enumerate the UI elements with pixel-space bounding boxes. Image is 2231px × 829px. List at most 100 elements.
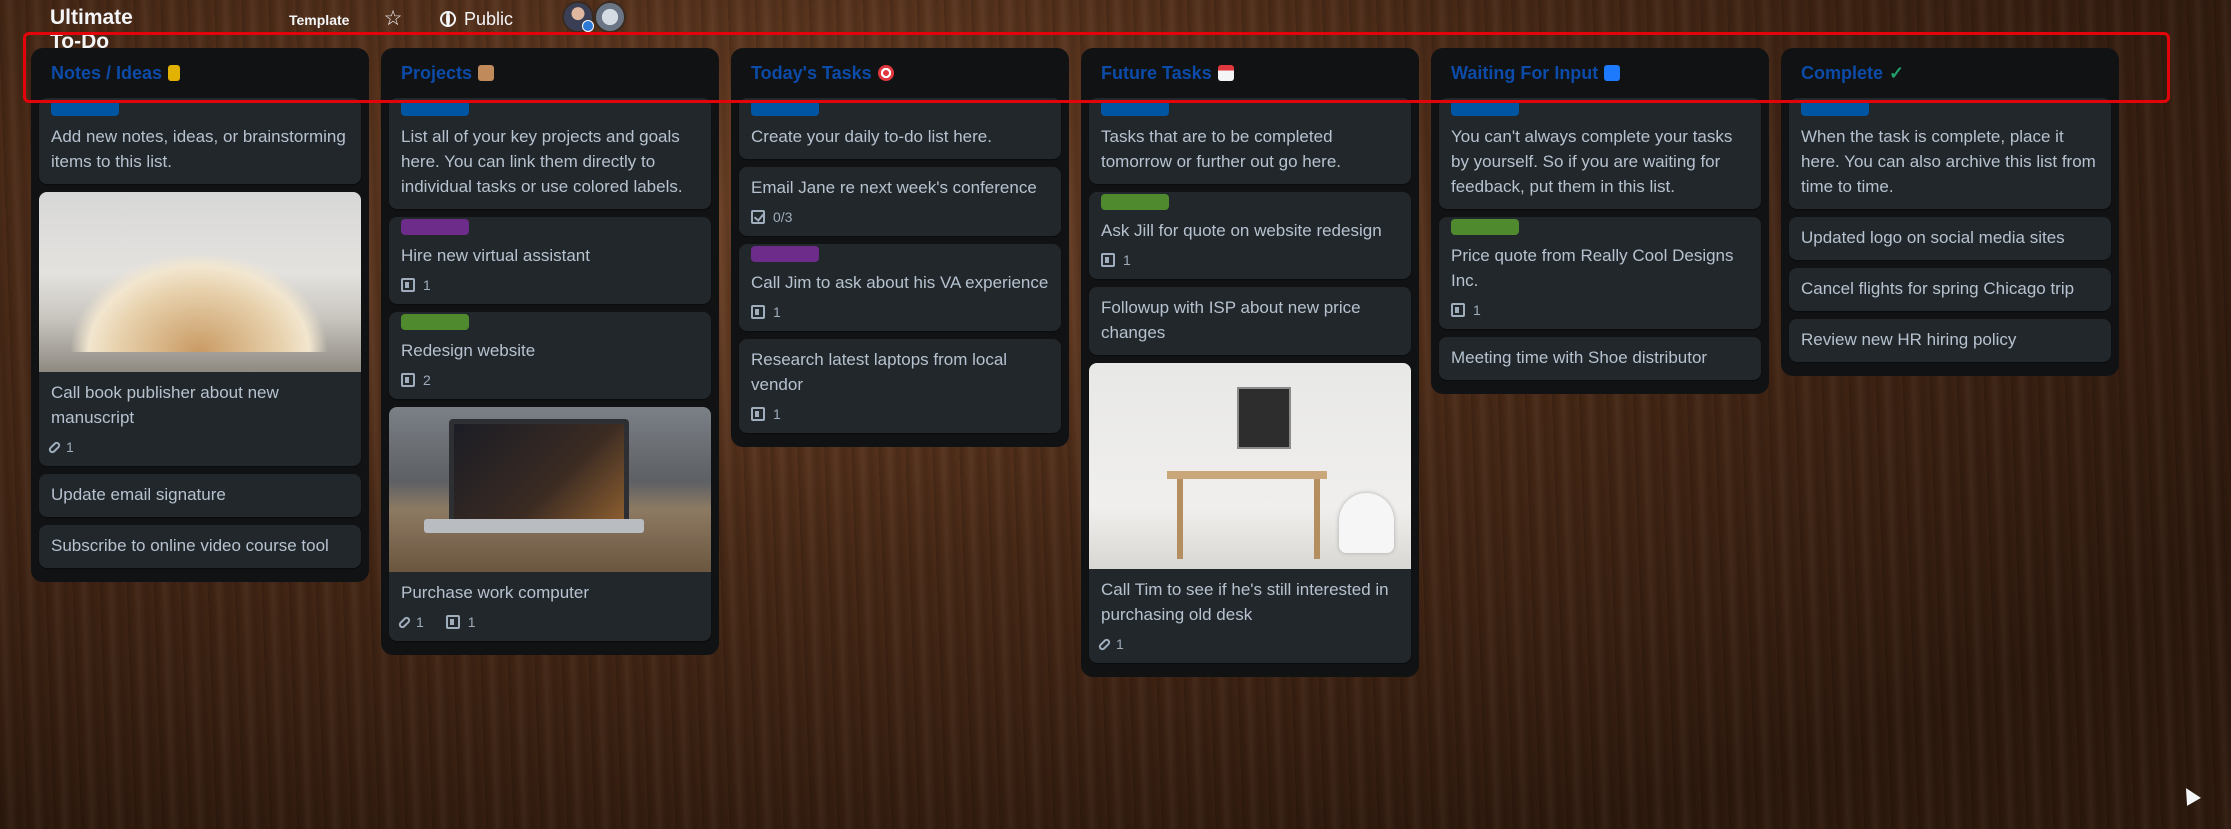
list-waiting-for-input: Waiting For Input You can't always compl… bbox=[1431, 48, 1769, 394]
card[interactable]: Followup with ISP about new price change… bbox=[1089, 287, 1411, 355]
description-count: 2 bbox=[423, 372, 431, 388]
avatar[interactable] bbox=[594, 1, 626, 33]
laptop-photo bbox=[389, 407, 711, 572]
visibility-label: Public bbox=[464, 8, 514, 29]
description-count: 1 bbox=[773, 304, 781, 320]
card-title: List all of your key projects and goals … bbox=[401, 127, 683, 196]
list-title: Waiting For Input bbox=[1451, 62, 1599, 83]
card-title: Update email signature bbox=[51, 485, 226, 504]
card[interactable]: You can't always complete your tasks by … bbox=[1439, 98, 1761, 209]
card[interactable]: Research latest laptops from local vendo… bbox=[739, 339, 1061, 433]
attachment-badge: 1 bbox=[1097, 635, 1124, 653]
card[interactable]: Meeting time with Shoe distributor bbox=[1439, 337, 1761, 380]
label-green[interactable] bbox=[401, 314, 469, 330]
card-title: Research latest laptops from local vendo… bbox=[751, 350, 1008, 394]
attachment-count: 1 bbox=[416, 614, 424, 630]
description-count: 1 bbox=[773, 406, 781, 422]
attachment-count: 1 bbox=[1116, 636, 1124, 652]
paperclip-icon bbox=[47, 439, 62, 455]
card[interactable]: Email Jane re next week's conference 0/3 bbox=[739, 167, 1061, 236]
card[interactable]: Purchase work computer 1 1 bbox=[389, 407, 711, 641]
card-title: Create your daily to-do list here. bbox=[751, 127, 992, 146]
card-title: Price quote from Really Cool Designs Inc… bbox=[1451, 246, 1734, 290]
label-blue[interactable] bbox=[751, 100, 819, 116]
card[interactable]: When the task is complete, place it here… bbox=[1789, 98, 2111, 209]
attachment-badge: 1 bbox=[47, 438, 74, 456]
description-badge: 1 bbox=[751, 303, 781, 321]
description-icon bbox=[1101, 253, 1115, 267]
card[interactable]: Call book publisher about new manuscript… bbox=[39, 192, 361, 466]
card-title: Purchase work computer bbox=[401, 583, 590, 602]
list-header[interactable]: Today's Tasks bbox=[731, 48, 1069, 98]
admin-badge-icon bbox=[582, 20, 594, 32]
visibility-button[interactable]: Public bbox=[440, 7, 513, 31]
list-todays-tasks: Today's Tasks Create your daily to-do li… bbox=[731, 48, 1069, 447]
label-blue[interactable] bbox=[51, 100, 119, 116]
description-badge: 1 bbox=[401, 276, 431, 294]
label-purple[interactable] bbox=[751, 246, 819, 262]
card-title: When the task is complete, place it here… bbox=[1801, 127, 2096, 196]
globe-icon bbox=[440, 11, 456, 27]
card[interactable]: Price quote from Really Cool Designs Inc… bbox=[1439, 217, 1761, 329]
label-blue[interactable] bbox=[1451, 100, 1519, 116]
list-header[interactable]: Projects bbox=[381, 48, 719, 98]
description-icon bbox=[401, 278, 415, 292]
checkmark-emoji-icon: ✓ bbox=[1889, 62, 1905, 83]
calendar-emoji-icon bbox=[1217, 65, 1234, 81]
description-icon bbox=[751, 407, 765, 421]
card[interactable]: Redesign website 2 bbox=[389, 312, 711, 399]
label-blue[interactable] bbox=[1101, 100, 1169, 116]
box-emoji-icon bbox=[478, 65, 495, 81]
checklist-count: 0/3 bbox=[773, 209, 793, 225]
card[interactable]: Add new notes, ideas, or brainstorming i… bbox=[39, 98, 361, 184]
card[interactable]: Updated logo on social media sites bbox=[1789, 217, 2111, 260]
card[interactable]: Review new HR hiring policy bbox=[1789, 319, 2111, 362]
label-blue[interactable] bbox=[1801, 100, 1869, 116]
card[interactable]: Call Jim to ask about his VA experience … bbox=[739, 244, 1061, 331]
list-title: Complete bbox=[1801, 62, 1884, 83]
description-count: 1 bbox=[467, 614, 476, 630]
description-badge: 1 bbox=[1101, 251, 1131, 269]
card[interactable]: Subscribe to online video course tool bbox=[39, 525, 361, 568]
list-title: Future Tasks bbox=[1101, 62, 1212, 83]
list-projects: Projects List all of your key projects a… bbox=[381, 48, 719, 655]
card-title: Email Jane re next week's conference bbox=[751, 178, 1037, 197]
card[interactable]: Call Tim to see if he's still interested… bbox=[1089, 363, 1411, 663]
card-title: Meeting time with Shoe distributor bbox=[1451, 348, 1708, 367]
checkbox-icon bbox=[751, 210, 765, 224]
description-count: 1 bbox=[1473, 302, 1481, 318]
card[interactable]: Cancel flights for spring Chicago trip bbox=[1789, 268, 2111, 311]
list-header[interactable]: Notes / Ideas bbox=[31, 48, 369, 98]
card[interactable]: Update email signature bbox=[39, 474, 361, 517]
list-complete: Complete ✓ When the task is complete, pl… bbox=[1781, 48, 2119, 376]
card[interactable]: Tasks that are to be completed tomorrow … bbox=[1089, 98, 1411, 184]
attachment-count: 1 bbox=[66, 439, 74, 455]
label-green[interactable] bbox=[1451, 219, 1519, 235]
open-book-photo bbox=[39, 192, 361, 372]
mouse-cursor-icon bbox=[2179, 784, 2201, 806]
description-icon bbox=[445, 615, 460, 629]
list-header[interactable]: Waiting For Input bbox=[1431, 48, 1769, 98]
list-header[interactable]: Future Tasks bbox=[1081, 48, 1419, 98]
card[interactable]: Hire new virtual assistant 1 bbox=[389, 217, 711, 304]
label-blue[interactable] bbox=[401, 100, 469, 116]
card-title: You can't always complete your tasks by … bbox=[1451, 127, 1733, 196]
desk-photo bbox=[1089, 363, 1411, 569]
description-icon bbox=[1451, 303, 1465, 317]
card[interactable]: Create your daily to-do list here. bbox=[739, 98, 1061, 159]
description-badge: 1 bbox=[445, 613, 476, 631]
description-count: 1 bbox=[423, 277, 431, 293]
list-title: Today's Tasks bbox=[751, 62, 872, 83]
pause-emoji-icon bbox=[1604, 65, 1621, 81]
card[interactable]: List all of your key projects and goals … bbox=[389, 98, 711, 209]
avatar[interactable] bbox=[562, 1, 594, 33]
paperclip-icon bbox=[397, 614, 412, 630]
list-header[interactable]: Complete ✓ bbox=[1781, 48, 2119, 98]
description-icon bbox=[751, 305, 765, 319]
target-emoji-icon bbox=[877, 65, 894, 81]
card-title: Redesign website bbox=[401, 341, 536, 360]
star-icon[interactable]: ☆ bbox=[380, 6, 406, 32]
card[interactable]: Ask Jill for quote on website redesign 1 bbox=[1089, 192, 1411, 279]
label-green[interactable] bbox=[1101, 194, 1169, 210]
label-purple[interactable] bbox=[401, 219, 469, 235]
